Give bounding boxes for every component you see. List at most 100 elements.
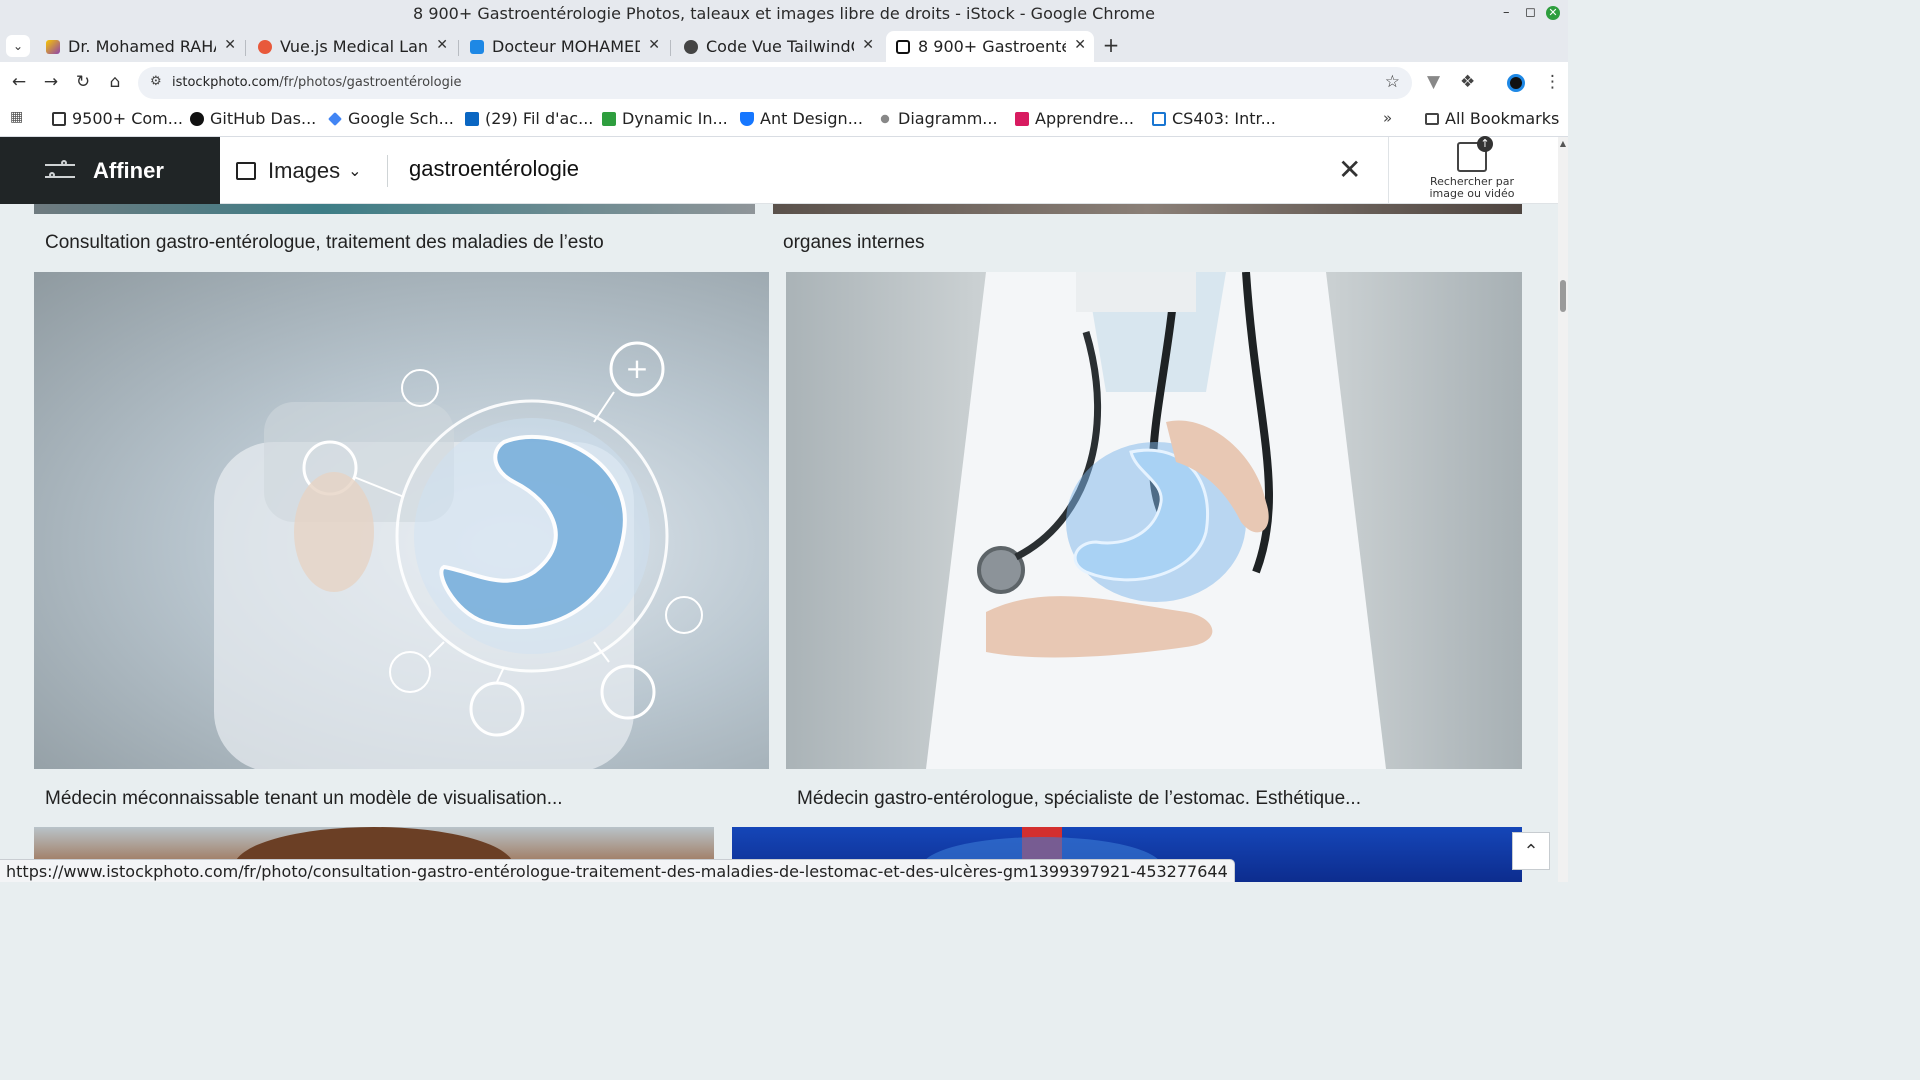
tab-label: Code Vue TailwindC (706, 37, 854, 56)
tab-close-icon[interactable]: ✕ (1074, 37, 1086, 53)
tab-favicon-icon (896, 39, 910, 54)
divider (1388, 137, 1389, 204)
url-host: istockphoto.com (172, 75, 280, 90)
result-photo-doctor-stomach[interactable] (786, 272, 1522, 769)
google-scholar-icon (328, 111, 342, 126)
bookmark-item[interactable]: Google Sch... (328, 109, 454, 128)
all-bookmarks-button[interactable]: All Bookmarks (1425, 109, 1559, 128)
tab-favicon-icon (258, 39, 272, 54)
result-photo-stomach-visualization[interactable]: + (34, 272, 769, 769)
extension-v-icon[interactable]: ▼ (1427, 72, 1440, 92)
bookmark-label: Apprendre... (1035, 109, 1134, 128)
result-photo[interactable] (773, 204, 1522, 214)
bookmark-label: Dynamic In... (622, 109, 728, 128)
chevron-up-icon: ⌃ (1523, 840, 1539, 862)
tab-label: 8 900+ Gastroentér (918, 37, 1066, 56)
tab-vue-medical[interactable]: Vue.js Medical Land ✕ (248, 31, 456, 62)
tab-search-icon[interactable]: ⌄ (6, 35, 30, 57)
tab-label: Docteur MOHAMED (492, 37, 640, 56)
forward-icon[interactable]: → (40, 72, 62, 92)
bookmark-label: Google Sch... (348, 109, 454, 128)
search-input[interactable]: gastroentérologie (409, 156, 579, 182)
diagram-icon (880, 114, 890, 123)
reload-icon[interactable]: ↻ (72, 72, 94, 92)
tab-docteur-mohamed[interactable]: Docteur MOHAMED ✕ (460, 31, 668, 62)
apprendre-icon (1015, 111, 1029, 126)
all-bookmarks-label: All Bookmarks (1445, 109, 1560, 128)
apps-grid-icon[interactable]: ▦ (10, 109, 23, 125)
new-tab-icon[interactable]: + (1100, 33, 1122, 57)
divider (387, 155, 388, 187)
visual-search-icon: ↑ (1457, 136, 1493, 172)
bookmark-item[interactable]: Diagramm... (878, 109, 998, 128)
result-photo[interactable] (34, 204, 755, 214)
linkedin-icon (465, 111, 479, 126)
media-type-dropdown[interactable]: Images ⌄ (236, 155, 362, 187)
folder-icon (1425, 112, 1439, 125)
bookmark-star-icon[interactable]: ☆ (1385, 72, 1400, 92)
bookmarks-bar: ▦ 9500+ Com... GitHub Das... Google Sch.… (0, 104, 1568, 137)
link-status-bar: https://www.istockphoto.com/fr/photo/con… (0, 859, 1235, 882)
url-text[interactable]: istockphoto.com/fr/photos/gastroentérolo… (172, 75, 461, 90)
close-window-icon[interactable]: ✕ (1546, 6, 1560, 20)
bookmark-item[interactable]: (29) Fil d'ac... (465, 109, 593, 128)
tab-strip: ⌄ Dr. Mohamed RAHA ✕ Vue.js Medical Land… (0, 28, 1568, 62)
github-icon (190, 111, 204, 126)
tab-separator (458, 40, 459, 56)
site-info-icon[interactable]: ⚙ (150, 74, 162, 89)
bookmark-item[interactable]: GitHub Das... (190, 109, 316, 128)
tab-label: Dr. Mohamed RAHA (68, 37, 216, 56)
extensions-puzzle-icon[interactable]: ❖ (1460, 72, 1475, 92)
bookmark-label: Diagramm... (898, 109, 998, 128)
bookmark-label: 9500+ Com... (72, 109, 184, 128)
tab-favicon-icon (684, 39, 698, 54)
result-caption[interactable]: Médecin méconnaissable tenant un modèle … (45, 788, 563, 810)
media-type-label: Images (268, 158, 341, 183)
bookmark-item[interactable]: 9500+ Com... (52, 109, 183, 128)
browser-toolbar: ← → ↻ ⌂ ⚙ istockphoto.com/fr/photos/gast… (0, 62, 1568, 104)
course-icon (1152, 111, 1166, 126)
window-titlebar: 8 900+ Gastroentérologie Photos, taleaux… (0, 0, 1568, 28)
bookmark-label: CS403: Intr... (1172, 109, 1276, 128)
result-caption[interactable]: organes internes (783, 232, 925, 254)
bookmark-item[interactable]: Apprendre... (1015, 109, 1134, 128)
page-scrollbar[interactable]: ▲ (1558, 137, 1568, 882)
bookmark-label: GitHub Das... (210, 109, 317, 128)
ant-design-icon (740, 111, 754, 126)
tab-code-vue-tailwind[interactable]: Code Vue TailwindC ✕ (674, 31, 882, 62)
address-bar[interactable]: ⚙ istockphoto.com/fr/photos/gastroentéro… (138, 67, 1412, 99)
dynamic-icon (602, 111, 616, 126)
visual-search-line2: image ou vidéo (1429, 187, 1515, 200)
scrollbar-thumb[interactable] (1560, 280, 1566, 312)
clear-search-icon[interactable]: ✕ (1338, 153, 1361, 186)
results-grid: Consultation gastro-entérologue, traitem… (0, 204, 1558, 882)
bookmark-item[interactable]: Ant Design... (740, 109, 863, 128)
tab-close-icon[interactable]: ✕ (436, 37, 448, 53)
back-icon[interactable]: ← (8, 72, 30, 92)
tab-close-icon[interactable]: ✕ (224, 37, 236, 53)
tab-dr-mohamed[interactable]: Dr. Mohamed RAHA ✕ (36, 31, 244, 62)
result-caption[interactable]: Consultation gastro-entérologue, traitem… (45, 232, 604, 254)
visual-search-button[interactable]: ↑ Rechercher par image ou vidéo (1420, 136, 1524, 200)
back-to-top-button[interactable]: ⌃ (1512, 832, 1550, 870)
minimize-icon[interactable]: – (1503, 5, 1510, 20)
bookmark-item[interactable]: CS403: Intr... (1152, 109, 1276, 128)
home-icon[interactable]: ⌂ (104, 72, 126, 92)
tab-favicon-icon (470, 39, 484, 54)
tab-close-icon[interactable]: ✕ (648, 37, 660, 53)
refine-button[interactable]: Affiner (0, 137, 220, 204)
more-bookmarks-icon[interactable]: » (1383, 109, 1392, 127)
chrome-menu-icon[interactable]: ⋮ (1544, 72, 1561, 92)
result-caption[interactable]: Médecin gastro-entérologue, spécialiste … (797, 788, 1361, 810)
scroll-up-arrow-icon[interactable]: ▲ (1558, 139, 1568, 148)
maximize-icon[interactable]: ◻ (1525, 5, 1536, 20)
tab-label: Vue.js Medical Land (280, 37, 428, 56)
tab-istock-active[interactable]: 8 900+ Gastroentér ✕ (886, 31, 1094, 62)
istock-search-header: Affiner Images ⌄ gastroentérologie ✕ ↑ R… (0, 136, 1558, 204)
tab-separator (245, 40, 246, 56)
bookmark-item[interactable]: Dynamic In... (602, 109, 728, 128)
tab-close-icon[interactable]: ✕ (862, 37, 874, 53)
svg-text:+: + (625, 352, 648, 385)
tab-favicon-icon (46, 39, 60, 54)
profile-avatar-icon[interactable] (1507, 74, 1525, 92)
